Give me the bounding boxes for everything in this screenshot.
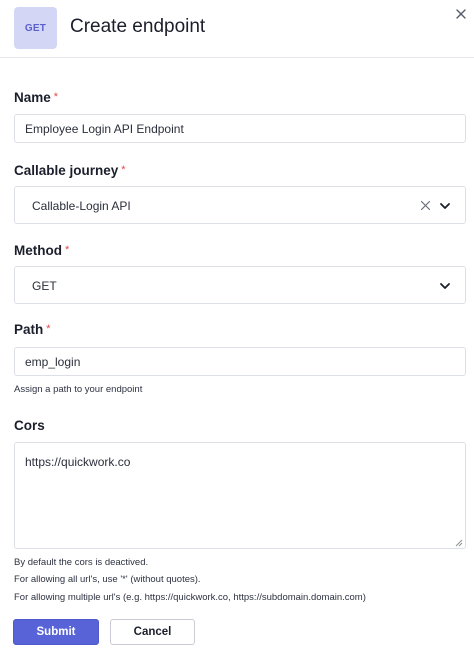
page-title: Create endpoint	[70, 16, 206, 37]
cors-textarea[interactable]: https://quickwork.co	[14, 442, 466, 549]
journey-select[interactable]: Callable-Login API	[14, 186, 466, 224]
close-icon[interactable]	[454, 7, 468, 21]
path-input[interactable]	[14, 347, 466, 376]
method-label: Method *	[14, 243, 70, 258]
resize-grip-icon[interactable]	[455, 539, 463, 547]
cors-note: For allowing multiple url's (e.g. https:…	[14, 592, 366, 603]
required-marker: *	[53, 91, 59, 103]
journey-label: Callable journey *	[14, 163, 126, 178]
journey-select-value: Callable-Login API	[32, 199, 131, 213]
method-badge: GET	[14, 7, 57, 49]
cors-note: By default the cors is deactived.	[14, 557, 149, 568]
method-select-value: GET	[32, 279, 57, 293]
cors-label: Cors	[14, 418, 45, 433]
chevron-down-icon[interactable]	[439, 200, 451, 212]
path-label: Path *	[14, 322, 51, 337]
cancel-button[interactable]: Cancel	[110, 619, 195, 645]
method-select[interactable]: GET	[14, 266, 466, 304]
submit-button[interactable]: Submit	[13, 619, 99, 645]
name-label: Name *	[14, 90, 59, 105]
name-input[interactable]	[14, 114, 466, 143]
required-marker: *	[121, 164, 126, 176]
required-marker: *	[65, 244, 70, 256]
modal-header: GET Create endpoint	[0, 0, 474, 58]
path-hint: Assign a path to your endpoint	[14, 384, 143, 395]
required-marker: *	[46, 323, 51, 335]
chevron-down-icon[interactable]	[439, 280, 451, 292]
cors-note: For allowing all url's, use '*' (without…	[14, 574, 201, 585]
clear-icon[interactable]	[420, 200, 431, 211]
